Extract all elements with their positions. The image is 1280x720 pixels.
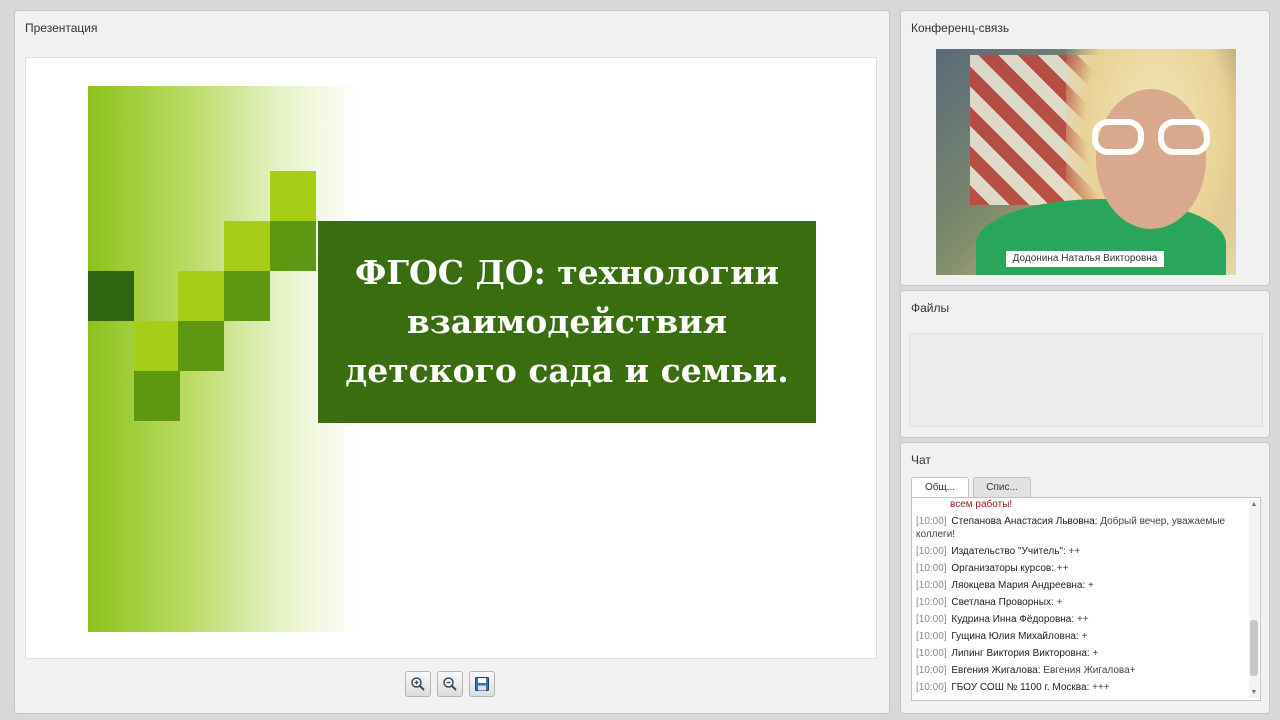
chat-message-author: Светлана Проворных:	[951, 597, 1054, 608]
chat-message-time: [10:00]	[916, 614, 947, 625]
files-panel-title: Файлы	[911, 301, 950, 315]
tab-participants[interactable]: Спис...	[973, 477, 1031, 499]
chat-message-author: Евгения Жигалова:	[951, 665, 1041, 676]
video-feed[interactable]: Додонина Наталья Викторовна	[936, 49, 1236, 275]
chat-message: [10:00] Ляокцева Мария Андреевна: +	[916, 577, 1246, 594]
files-panel: Файлы	[900, 290, 1270, 438]
slide-title: ФГОС ДО: технологии взаимодействия детск…	[345, 253, 789, 390]
chat-message-author: Липинг Виктория Викторовна:	[951, 648, 1090, 659]
tab-general[interactable]: Общ...	[911, 477, 969, 499]
conference-panel: Конференц-связь Додонина Наталья Викторо…	[900, 10, 1270, 286]
chat-message-time: [10:00]	[916, 546, 947, 557]
chat-message: [10:00] Липинг Виктория Викторовна: +	[916, 645, 1246, 662]
zoom-in-icon	[411, 677, 425, 691]
chat-message-author: ГБОУ СОШ № 1100 г. Москва:	[951, 682, 1090, 693]
presentation-slide: ФГОС ДО: технологии взаимодействия детск…	[25, 57, 877, 659]
chat-message-time: [10:00]	[916, 648, 947, 659]
chat-message: [10:00] Евгения Жигалова: Евгения Жигало…	[916, 662, 1246, 679]
save-button[interactable]	[469, 671, 495, 697]
chat-panel: Чат Общ... Спис... всем работы! [10:00] …	[900, 442, 1270, 714]
chat-message-time: [10:00]	[916, 631, 947, 642]
chat-message: [10:00] ГБОУ СОШ № 1100 г. Москва: +++	[916, 679, 1246, 696]
slide-decoration-square	[178, 321, 224, 371]
chat-message-text: +	[1088, 580, 1094, 591]
chat-message: [10:00] Организаторы курсов: ++	[916, 560, 1246, 577]
chat-log[interactable]: всем работы! [10:00] Степанова Анастасия…	[911, 497, 1261, 701]
chat-message-text: +	[1081, 631, 1088, 642]
video-participant-glasses-left	[1092, 119, 1144, 155]
chat-message-time: [10:00]	[916, 682, 947, 693]
chat-message-time: [10:00]	[916, 516, 947, 527]
chat-tabs: Общ... Спис...	[911, 477, 1031, 499]
chat-message-time: [10:00]	[916, 580, 947, 591]
chat-scrollbar[interactable]: ▲ ▼	[1249, 500, 1259, 698]
zoom-out-icon	[443, 677, 457, 691]
chat-scroll-thumb[interactable]	[1250, 620, 1258, 676]
chat-message-time: [10:00]	[916, 665, 947, 676]
chat-message-text: всем работы!	[950, 499, 1013, 510]
chat-message-author: Кудрина Инна Фёдоровна:	[951, 614, 1075, 625]
chat-message-text: +	[1092, 648, 1099, 659]
presentation-panel-title: Презентация	[25, 21, 98, 35]
files-list[interactable]	[909, 333, 1263, 427]
zoom-in-button[interactable]	[405, 671, 431, 697]
scroll-down-arrow-icon[interactable]: ▼	[1249, 688, 1259, 698]
chat-message: [10:00] Кудрина Инна Фёдоровна: ++	[916, 611, 1246, 628]
chat-panel-title: Чат	[911, 453, 931, 467]
chat-message: [10:00] Степанова Анастасия Львовна: Доб…	[916, 513, 1246, 543]
presentation-panel: Презентация ФГОС ДО: технологии взаимоде…	[14, 10, 890, 714]
chat-message-author: Степанова Анастасия Львовна:	[951, 516, 1098, 527]
chat-message-author: Гущина Юлия Михайловна:	[951, 631, 1079, 642]
chat-message: [10:00] Светлана Проворных: +	[916, 594, 1246, 611]
chat-message-text: ++	[1056, 563, 1069, 574]
conference-panel-title: Конференц-связь	[911, 21, 1010, 35]
chat-message: [10:00] Гущина Юлия Михайловна: +	[916, 628, 1246, 645]
slide-decoration-square	[224, 221, 270, 271]
slide-decoration-square	[270, 171, 316, 221]
chat-message-author: Ляокцева Мария Андреевна:	[951, 580, 1086, 591]
slide-decoration-square	[134, 371, 180, 421]
slide-decoration-square	[88, 271, 134, 321]
slide-decoration-square	[270, 221, 316, 271]
chat-message-text: ++	[1076, 614, 1089, 625]
chat-message-author: Организаторы курсов:	[951, 563, 1054, 574]
slide-decoration-square	[178, 271, 224, 321]
chat-message-time: [10:00]	[916, 597, 947, 608]
video-participant-glasses-right	[1158, 119, 1210, 155]
slide-decoration-square	[224, 271, 270, 321]
video-participant-face	[1096, 89, 1206, 229]
chat-message-text: +	[1056, 597, 1063, 608]
chat-message: [10:00] Издательство "Учитель": ++	[916, 543, 1246, 560]
chat-message-text: ++	[1068, 546, 1081, 557]
presentation-toolbar	[405, 671, 495, 699]
chat-message-text: +++	[1092, 682, 1110, 693]
slide-decoration-square	[134, 321, 180, 371]
participant-name-label: Додонина Наталья Викторовна	[1006, 251, 1164, 267]
chat-message-author: Издательство "Учитель":	[951, 546, 1066, 557]
chat-message-time: [10:00]	[916, 563, 947, 574]
save-icon	[475, 677, 489, 691]
chat-message-text: Евгения Жигалова+	[1043, 665, 1136, 676]
scroll-up-arrow-icon[interactable]: ▲	[1249, 500, 1259, 510]
zoom-out-button[interactable]	[437, 671, 463, 697]
chat-message: всем работы!	[916, 498, 1246, 513]
